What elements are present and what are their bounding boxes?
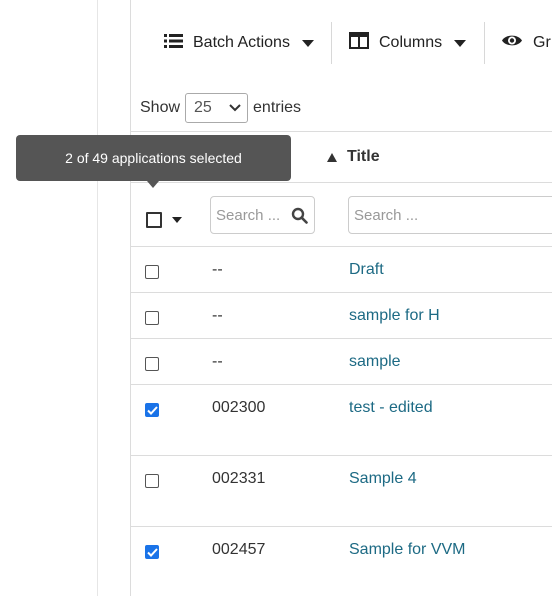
number-search-input[interactable]: Search ... [210, 196, 315, 234]
columns-label: Columns [379, 34, 443, 51]
row-number: -- [212, 261, 223, 278]
checkbox-checked[interactable] [145, 545, 159, 559]
select-all-dropdown[interactable] [146, 212, 182, 228]
eye-icon [501, 33, 523, 53]
title-column-header[interactable]: Title [327, 148, 380, 166]
toolbar: Batch Actions Columns Gr [131, 0, 552, 84]
chevron-down-icon [229, 99, 241, 117]
row-number: 002457 [212, 541, 266, 558]
entries-label: entries [253, 99, 302, 116]
sort-ascending-icon [327, 152, 337, 162]
tooltip-arrow [147, 181, 159, 188]
row-title-link[interactable]: sample [349, 353, 401, 371]
checkbox-unchecked[interactable] [145, 474, 159, 488]
entries-select[interactable]: 25 [185, 93, 249, 123]
row-checkbox[interactable] [145, 265, 159, 279]
table-row: -- sample [131, 339, 552, 385]
number-search-placeholder: Search ... [216, 206, 281, 224]
table-row: 002331 Sample 4 [131, 456, 552, 527]
show-label: Show [140, 99, 181, 116]
checkbox-checked[interactable] [145, 403, 159, 417]
group-label: Gr [533, 34, 551, 51]
row-title-link[interactable]: Sample 4 [349, 470, 417, 488]
row-number: -- [212, 353, 223, 370]
row-number: 002331 [212, 470, 266, 487]
left-gutter [0, 0, 98, 596]
chevron-down-icon [454, 39, 467, 47]
title-search-input[interactable]: Search ... [348, 196, 552, 234]
checkmark-icon [146, 547, 158, 557]
chevron-down-icon [301, 39, 314, 47]
batch-actions-button[interactable]: Batch Actions [164, 30, 314, 56]
row-title-link[interactable]: Sample for VVM [349, 541, 465, 559]
toolbar-divider [484, 22, 485, 64]
row-checkbox[interactable] [145, 357, 159, 371]
table-row: 002457 Sample for VVM [131, 527, 552, 596]
row-number: 002300 [212, 399, 266, 416]
row-checkbox[interactable] [145, 311, 159, 325]
row-checkbox[interactable] [145, 403, 159, 417]
checkmark-icon [146, 405, 158, 415]
list-icon [164, 33, 183, 54]
checkbox-unchecked[interactable] [145, 357, 159, 371]
group-button[interactable]: Gr [501, 30, 551, 56]
checkbox-unchecked[interactable] [145, 265, 159, 279]
columns-button[interactable]: Columns [349, 30, 467, 56]
search-icon [291, 207, 308, 228]
columns-icon [349, 32, 369, 54]
toolbar-divider [331, 22, 332, 64]
batch-actions-label: Batch Actions [193, 34, 290, 51]
selection-tooltip: 2 of 49 applications selected [16, 135, 291, 181]
entries-select-value: 25 [194, 99, 212, 116]
title-header-label: Title [347, 148, 380, 165]
select-all-checkbox[interactable] [146, 212, 162, 228]
table-row: -- sample for H [131, 293, 552, 339]
row-title-link[interactable]: test - edited [349, 399, 433, 417]
row-title-link[interactable]: sample for H [349, 307, 440, 325]
row-checkbox[interactable] [145, 545, 159, 559]
row-number: -- [212, 307, 223, 324]
checkbox-unchecked[interactable] [145, 311, 159, 325]
row-title-link[interactable]: Draft [349, 261, 384, 279]
length-menu: Show 25 entries [140, 93, 301, 123]
title-search-placeholder: Search ... [354, 206, 419, 224]
row-checkbox[interactable] [145, 474, 159, 488]
filter-row: Search ... Search ... [131, 183, 552, 247]
table-row: -- Draft [131, 247, 552, 293]
chevron-down-icon [172, 217, 182, 223]
applications-panel: Batch Actions Columns Gr Show 25 entries… [130, 0, 552, 596]
table-row: 002300 test - edited [131, 385, 552, 456]
selection-tooltip-text: 2 of 49 applications selected [65, 150, 242, 166]
